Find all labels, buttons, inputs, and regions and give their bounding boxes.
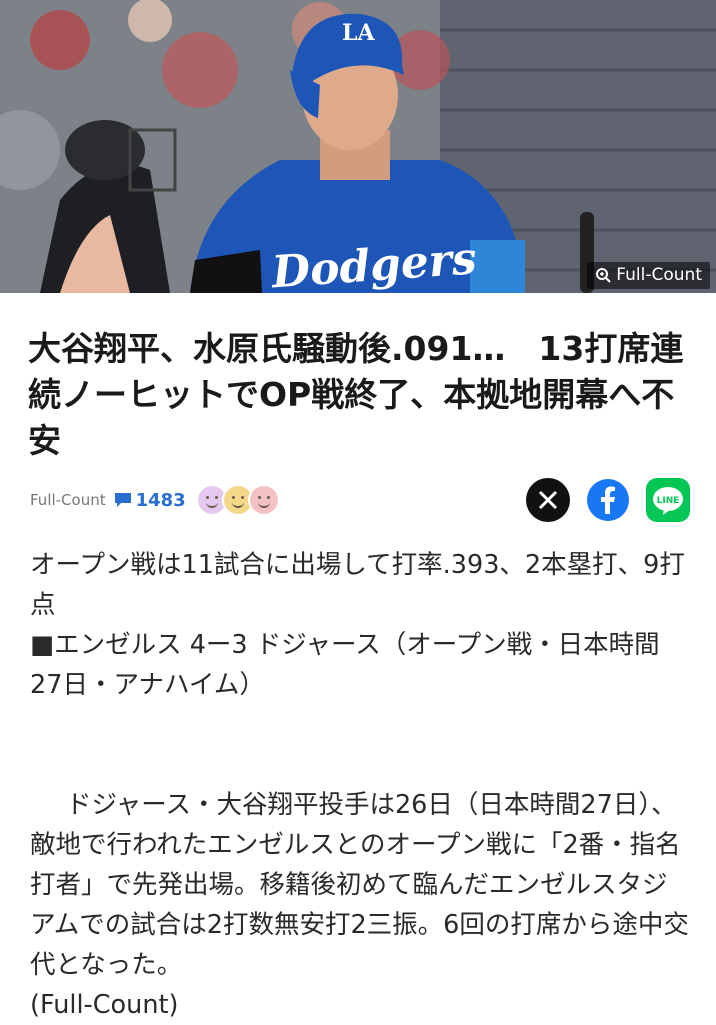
- article-body: オープン戦は11試合に出場して打率.393、2本塁打、9打点 ■エンゼルス 4ー…: [30, 545, 690, 1025]
- share-buttons: LINE: [526, 478, 690, 522]
- x-icon: [538, 490, 558, 510]
- reaction-face-icon: [247, 484, 280, 516]
- comment-icon: [114, 493, 131, 507]
- article-title: 大谷翔平、水原氏騒動後.091… 13打席連続ノーヒットでOP戦終了、本拠地開幕…: [28, 329, 684, 460]
- hero-photo: LA Dodgers: [0, 0, 716, 293]
- reaction-faces[interactable]: [195, 484, 280, 516]
- photo-credit: Full-Count: [587, 262, 710, 289]
- hero-image[interactable]: LA Dodgers Full-Count: [0, 0, 716, 293]
- photo-credit-label: Full-Count: [616, 265, 702, 285]
- svg-text:LINE: LINE: [657, 496, 680, 506]
- comment-count: 1483: [135, 489, 186, 511]
- game-info: ■エンゼルス 4ー3 ドジャース（オープン戦・日本時間27日・アナハイム）: [30, 630, 660, 700]
- comments-link[interactable]: 1483: [114, 490, 186, 511]
- line-share-button[interactable]: LINE: [646, 478, 690, 522]
- line-icon: LINE: [646, 478, 690, 522]
- x-share-button[interactable]: [526, 478, 570, 522]
- svg-text:LA: LA: [342, 20, 375, 46]
- zoom-icon: [595, 267, 612, 283]
- article-source-credit: (Full-Count): [30, 990, 179, 1020]
- article-paragraph: ドジャース・大谷翔平投手は26日（日本時間27日）、敵地で行われたエンゼルスとの…: [30, 790, 689, 980]
- source-label[interactable]: Full-Count: [30, 491, 106, 509]
- facebook-icon: [587, 479, 629, 521]
- article-meta: Full-Count 1483 LINE: [30, 478, 690, 522]
- facebook-share-button[interactable]: [586, 478, 630, 522]
- article-summary: オープン戦は11試合に出場して打率.393、2本塁打、9打点: [30, 550, 685, 620]
